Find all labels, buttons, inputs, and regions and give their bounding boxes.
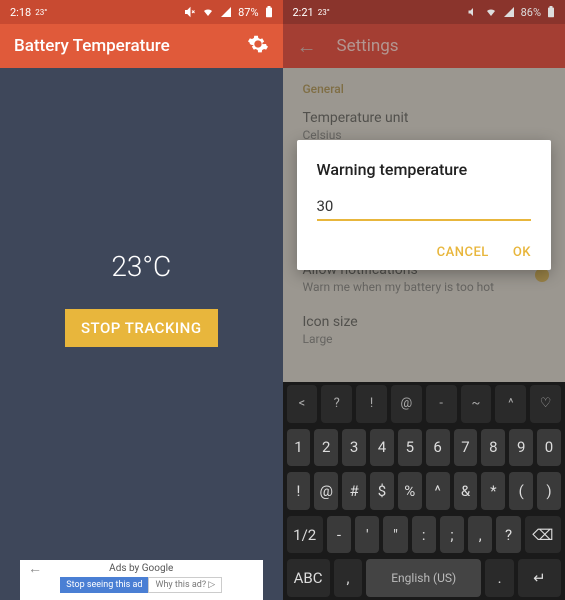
dialog-title: Warning temperature bbox=[317, 160, 532, 179]
settings-button[interactable] bbox=[247, 33, 269, 59]
back-button[interactable]: ← bbox=[297, 34, 317, 59]
ad-why-button[interactable]: Why this ad? ▷ bbox=[148, 577, 222, 593]
signal-icon bbox=[503, 6, 515, 18]
key-7[interactable]: 7 bbox=[454, 429, 478, 467]
status-bar: 2:18 23° 87% bbox=[0, 0, 283, 24]
key-9[interactable]: 9 bbox=[509, 429, 533, 467]
key-*[interactable]: * bbox=[481, 472, 505, 510]
cancel-button[interactable]: CANCEL bbox=[437, 245, 489, 260]
status-battery-pct: 86% bbox=[521, 6, 541, 19]
status-time: 2:18 bbox=[10, 6, 31, 19]
key-,[interactable]: , bbox=[334, 559, 363, 597]
key--[interactable]: - bbox=[426, 385, 457, 423]
key-"[interactable]: " bbox=[383, 516, 407, 554]
screen-main: 2:18 23° 87% Battery Temperature 23°C ST… bbox=[0, 0, 283, 600]
key-ABC[interactable]: ABC bbox=[287, 559, 330, 597]
key-4[interactable]: 4 bbox=[370, 429, 394, 467]
ad-label: Ads by Google bbox=[109, 563, 173, 574]
app-title: Battery Temperature bbox=[14, 36, 170, 56]
settings-title: Settings bbox=[337, 36, 399, 56]
status-battery-pct: 87% bbox=[238, 6, 258, 19]
key-8[interactable]: 8 bbox=[481, 429, 505, 467]
ok-button[interactable]: OK bbox=[513, 245, 531, 260]
ad-back-icon[interactable]: ← bbox=[28, 560, 42, 577]
key-:[interactable]: : bbox=[412, 516, 436, 554]
key-⌫[interactable]: ⌫ bbox=[525, 516, 561, 554]
gear-icon bbox=[247, 33, 269, 55]
key-<[interactable]: < bbox=[287, 385, 318, 423]
key-@[interactable]: @ bbox=[391, 385, 422, 423]
key-6[interactable]: 6 bbox=[426, 429, 450, 467]
signal-icon bbox=[220, 6, 232, 18]
key-([interactable]: ( bbox=[509, 472, 533, 510]
key-![interactable]: ! bbox=[356, 385, 387, 423]
key-,[interactable]: , bbox=[468, 516, 492, 554]
key-?[interactable]: ? bbox=[321, 385, 352, 423]
status-bar: 2:21 23° 86% bbox=[283, 0, 565, 24]
key-~[interactable]: ~ bbox=[461, 385, 492, 423]
key-$[interactable]: $ bbox=[370, 472, 394, 510]
key-?[interactable]: ? bbox=[496, 516, 520, 554]
keyboard: <?!@-~^♡ 1234567890 !@#$%^&*() 1/2-'":;,… bbox=[283, 382, 565, 600]
key-1[interactable]: 1 bbox=[287, 429, 311, 467]
warning-dialog: Warning temperature CANCEL OK bbox=[297, 140, 552, 270]
wifi-icon bbox=[485, 6, 497, 18]
warning-temp-input[interactable] bbox=[317, 193, 532, 221]
key-.[interactable]: . bbox=[485, 559, 514, 597]
status-temp: 23° bbox=[35, 8, 47, 17]
settings-header: ← Settings bbox=[283, 24, 565, 68]
key-3[interactable]: 3 bbox=[342, 429, 366, 467]
key-^[interactable]: ^ bbox=[426, 472, 450, 510]
wifi-icon bbox=[202, 6, 214, 18]
key-1/2[interactable]: 1/2 bbox=[287, 516, 323, 554]
ad-stop-button[interactable]: Stop seeing this ad bbox=[60, 577, 148, 593]
key-&[interactable]: & bbox=[454, 472, 478, 510]
key--[interactable]: - bbox=[327, 516, 351, 554]
battery-icon bbox=[547, 6, 555, 18]
key-)[interactable]: ) bbox=[537, 472, 561, 510]
ad-banner: ← Ads by Google Stop seeing this ad Why … bbox=[20, 560, 263, 600]
key-;[interactable]: ; bbox=[440, 516, 464, 554]
screen-settings: 2:21 23° 86% ← Settings General Temperat… bbox=[283, 0, 565, 600]
key-↵[interactable]: ↵ bbox=[518, 559, 561, 597]
key-%[interactable]: % bbox=[398, 472, 422, 510]
key-#[interactable]: # bbox=[342, 472, 366, 510]
status-time: 2:21 bbox=[293, 6, 314, 19]
key-@[interactable]: @ bbox=[314, 472, 338, 510]
key-space[interactable]: English (US) bbox=[366, 559, 481, 597]
key-5[interactable]: 5 bbox=[398, 429, 422, 467]
key-0[interactable]: 0 bbox=[537, 429, 561, 467]
main-content: 23°C STOP TRACKING bbox=[0, 68, 283, 528]
app-header: Battery Temperature bbox=[0, 24, 283, 68]
key-![interactable]: ! bbox=[287, 472, 311, 510]
key-^[interactable]: ^ bbox=[495, 385, 526, 423]
key-2[interactable]: 2 bbox=[314, 429, 338, 467]
temperature-display: 23°C bbox=[111, 250, 171, 283]
mute-icon bbox=[184, 6, 196, 18]
battery-icon bbox=[265, 6, 273, 18]
stop-tracking-button[interactable]: STOP TRACKING bbox=[65, 309, 218, 347]
status-temp: 23° bbox=[318, 8, 330, 17]
mute-icon bbox=[467, 6, 479, 18]
key-♡[interactable]: ♡ bbox=[530, 385, 561, 423]
key-'[interactable]: ' bbox=[355, 516, 379, 554]
